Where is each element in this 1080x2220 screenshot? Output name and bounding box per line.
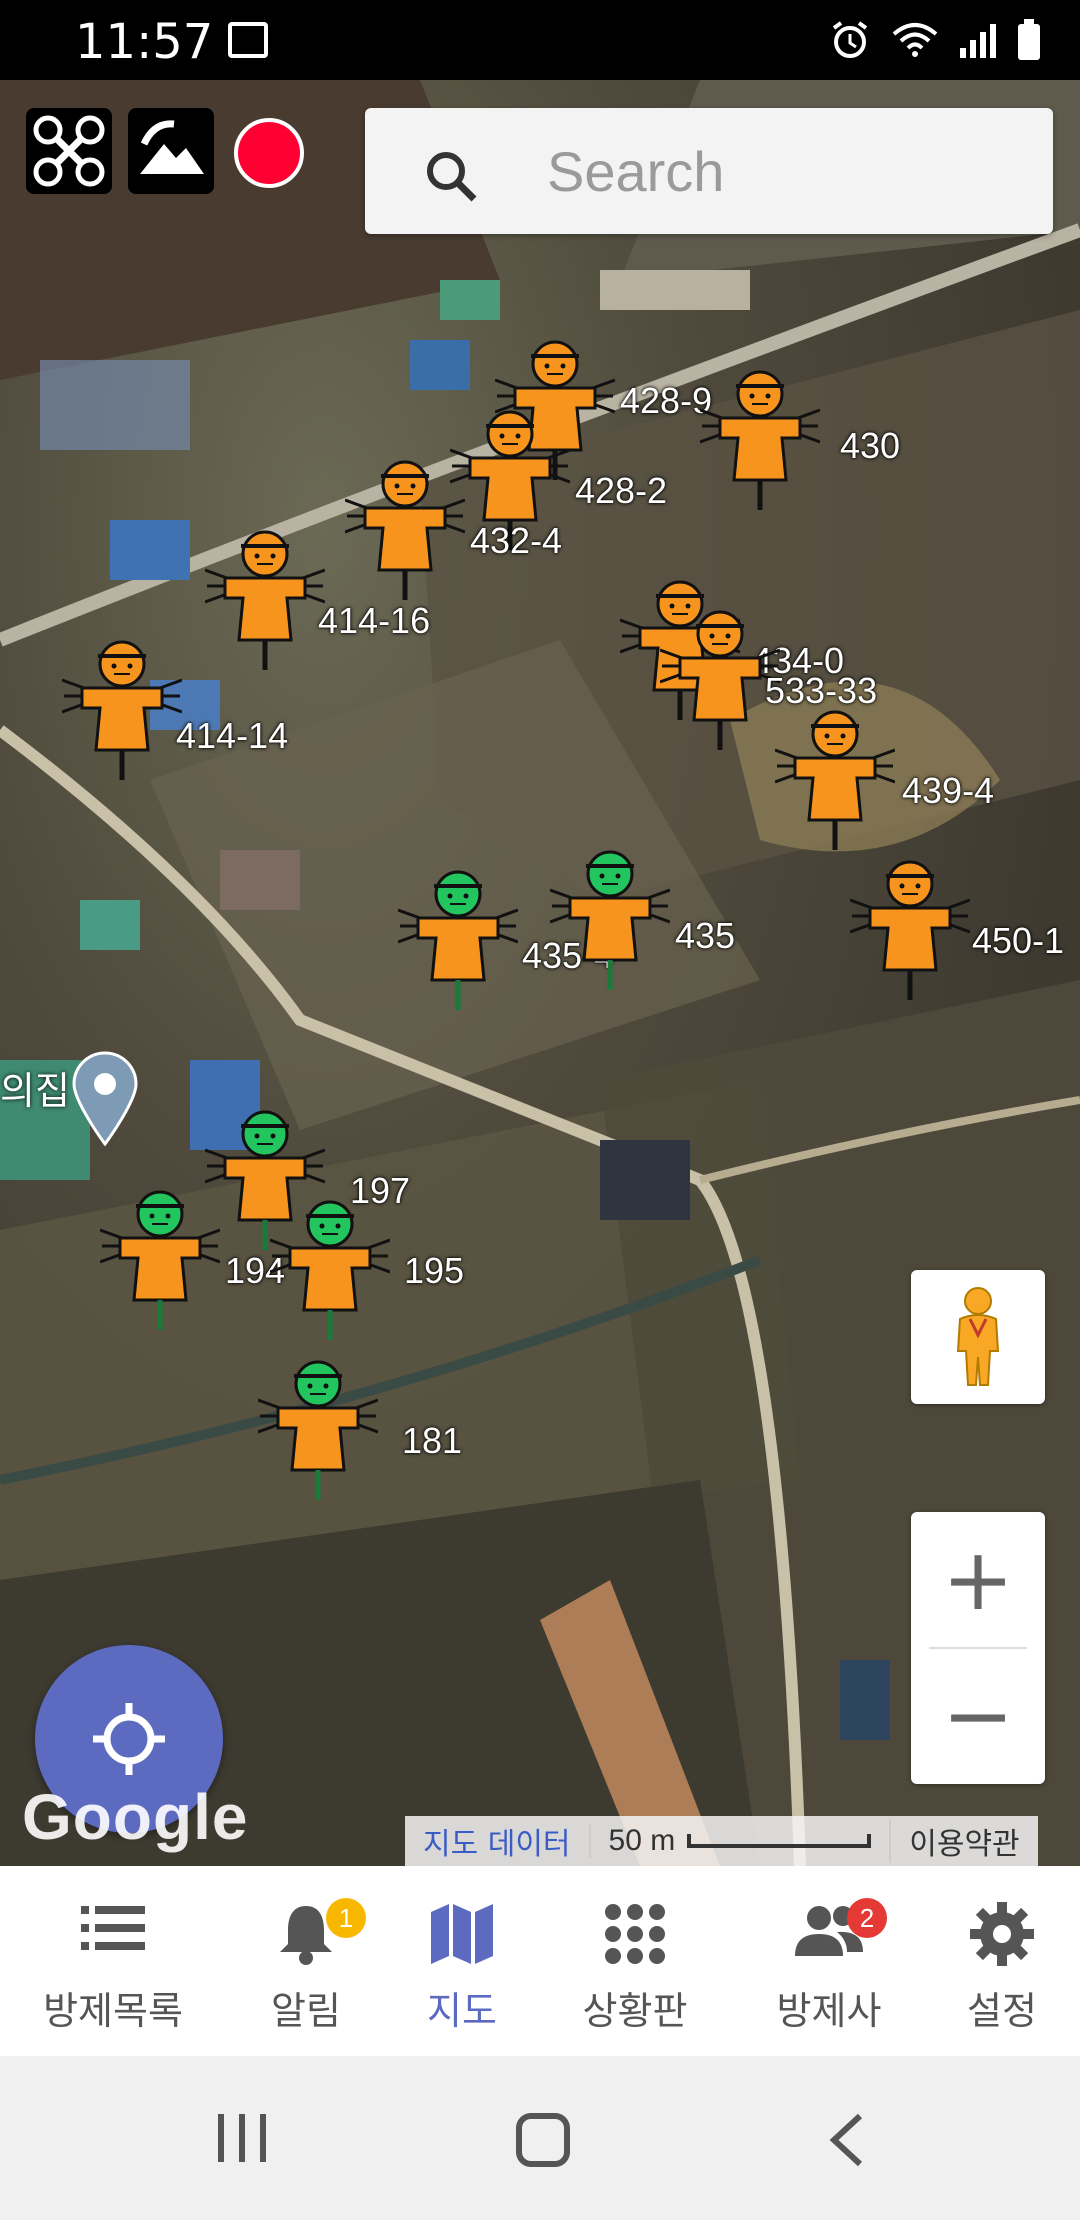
- map-view[interactable]: 428-9430428-2432-4414-16434-0533-33414-1…: [0, 80, 1080, 1866]
- marker-label: 430: [840, 425, 901, 466]
- place-label: 의집: [0, 1071, 70, 1113]
- nav-item-map[interactable]: 지도: [372, 1866, 552, 2056]
- scale-bar: [687, 1834, 872, 1848]
- home-icon[interactable]: [515, 2112, 571, 2168]
- nav-label: 설정: [967, 1989, 1037, 2033]
- gallery-icon: [140, 120, 204, 174]
- nav-item-control-list[interactable]: 방제목록: [23, 1866, 203, 2056]
- map-data-link[interactable]: 지도 데이터: [405, 1819, 589, 1863]
- scarecrow-marker[interactable]: [61, 630, 183, 780]
- scarecrow-icon: [344, 460, 466, 600]
- status-bar: 11:57: [0, 0, 1080, 80]
- scarecrow-icon: [269, 1200, 391, 1340]
- list-icon: [81, 1906, 145, 1950]
- scarecrow-icon: [397, 870, 519, 1010]
- scarecrow-icon: [549, 850, 671, 990]
- nav-item-dashboard[interactable]: 상황판: [545, 1866, 725, 2056]
- signal-icon: [958, 20, 998, 65]
- crosshair-icon: [93, 1703, 165, 1775]
- scarecrow-icon: [61, 640, 183, 780]
- battery-icon: [1016, 19, 1042, 66]
- scarecrow-icon: [204, 530, 326, 670]
- marker-label: 439-4: [902, 770, 995, 811]
- scarecrow-icon: [99, 1190, 221, 1330]
- alarm-icon: [828, 18, 872, 67]
- zoom-out-button[interactable]: −: [911, 1648, 1045, 1784]
- scarecrow-icon: [774, 710, 896, 850]
- map-attribution: 지도 데이터 50 m 이용약관: [405, 1816, 1038, 1866]
- nav-label: 방제목록: [43, 1989, 183, 2033]
- scarecrow-icon: [849, 860, 971, 1000]
- drone-icon: [33, 115, 105, 187]
- scarecrow-marker[interactable]: [397, 860, 519, 1010]
- terms-link[interactable]: 이용약관: [889, 1819, 1037, 1863]
- bottom-navigation: 방제목록 1 알림 지도 상황판 2 방제사 설정: [0, 1866, 1080, 2056]
- grid-icon: [605, 1904, 665, 1964]
- nav-item-settings[interactable]: 설정: [912, 1866, 1080, 2056]
- scarecrow-marker[interactable]: [269, 1190, 391, 1340]
- scarecrow-icon: [659, 610, 781, 750]
- status-time: 11:57: [75, 14, 214, 70]
- nav-label: 지도: [427, 1989, 497, 2033]
- nav-item-operators[interactable]: 2 방제사: [739, 1866, 919, 2056]
- drone-button[interactable]: [26, 108, 112, 194]
- scale-label: 50 m: [608, 1824, 676, 1857]
- zoom-controls: + −: [911, 1512, 1045, 1784]
- zoom-in-button[interactable]: +: [911, 1512, 1045, 1648]
- scarecrow-marker[interactable]: [344, 450, 466, 600]
- scarecrow-marker[interactable]: [99, 1180, 221, 1330]
- marker-label: 428-9: [620, 380, 713, 421]
- marker-label: 428-2: [575, 470, 668, 511]
- search-icon: [427, 152, 477, 202]
- search-bar[interactable]: [365, 108, 1053, 234]
- marker-label: 435: [675, 915, 736, 956]
- location-pin-icon[interactable]: [70, 1050, 140, 1146]
- nav-item-alerts[interactable]: 1 알림: [216, 1866, 396, 2056]
- gear-icon: [970, 1902, 1034, 1966]
- alerts-badge: 1: [326, 1898, 366, 1938]
- recent-apps-icon[interactable]: [214, 2112, 270, 2164]
- scarecrow-marker[interactable]: [849, 850, 971, 1000]
- scale-indicator: 50 m: [588, 1824, 890, 1858]
- scarecrow-marker[interactable]: [549, 840, 671, 990]
- nav-label: 알림: [271, 1989, 341, 2033]
- marker-label: 450-1: [972, 920, 1065, 961]
- google-logo: Google: [22, 1781, 249, 1853]
- system-navigation-bar: [0, 2056, 1080, 2220]
- scarecrow-marker[interactable]: [257, 1350, 379, 1500]
- scarecrow-marker[interactable]: [204, 520, 326, 670]
- nav-label: 상황판: [582, 1989, 688, 2033]
- search-input[interactable]: [545, 134, 1029, 208]
- image-notification-icon: [228, 22, 268, 58]
- scarecrow-marker[interactable]: [774, 700, 896, 850]
- scarecrow-icon: [699, 370, 821, 510]
- marker-label: 414-16: [318, 600, 431, 641]
- operators-badge: 2: [847, 1898, 887, 1938]
- marker-label: 414-14: [176, 715, 289, 756]
- pegman-icon: [956, 1287, 1000, 1386]
- scarecrow-marker[interactable]: [699, 360, 821, 510]
- nav-label: 방제사: [776, 1989, 882, 2033]
- wifi-icon: [890, 20, 940, 65]
- marker-label: 181: [402, 1420, 463, 1461]
- scarecrow-marker[interactable]: [659, 600, 781, 750]
- marker-label: 195: [404, 1250, 465, 1291]
- gallery-button[interactable]: [128, 108, 214, 194]
- marker-label: 432-4: [470, 520, 563, 561]
- back-icon[interactable]: [826, 2112, 866, 2168]
- status-icons: [828, 18, 1042, 67]
- record-button[interactable]: [234, 118, 304, 188]
- scarecrow-icon: [257, 1360, 379, 1500]
- map-icon: [431, 1904, 493, 1964]
- street-view-button[interactable]: [911, 1270, 1045, 1404]
